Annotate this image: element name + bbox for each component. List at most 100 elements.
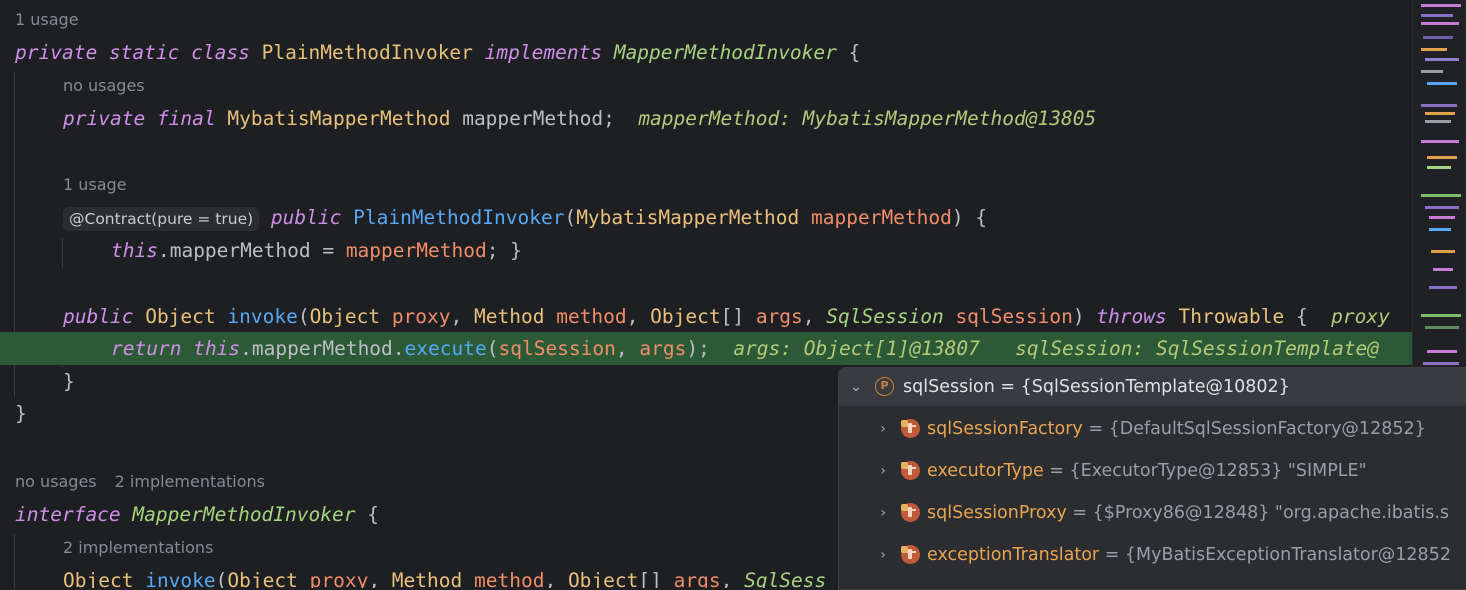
comma: , <box>626 305 651 328</box>
usages-hint[interactable]: no usages 2 implementations <box>15 471 265 493</box>
lock-icon <box>901 504 908 511</box>
code-line-close-method[interactable]: } <box>63 365 75 398</box>
parameter-name: mapperMethod <box>811 206 952 229</box>
paren: ( <box>486 337 499 360</box>
field-value: = {ExecutorType@12853} "SIMPLE" <box>1043 461 1367 481</box>
field-name: sqlSessionFactory <box>927 419 1083 439</box>
argument: args <box>639 337 687 360</box>
field-value: = {DefaultSqlSessionFactory@12852} <box>1082 419 1426 439</box>
interface-name: SqlSession <box>826 305 944 328</box>
type-name: Method <box>474 305 545 328</box>
type-name: Object <box>650 305 721 328</box>
inline-debug-value[interactable]: proxy <box>1331 305 1390 328</box>
keyword: this <box>193 337 241 360</box>
comma: , <box>450 305 474 328</box>
method-call: execute <box>404 337 487 360</box>
comma: , <box>544 569 568 588</box>
array-brackets: [] <box>720 305 756 328</box>
inline-debug-value[interactable]: mapperMethod: MybatisMapperMethod@13805 <box>638 107 1096 130</box>
code-line-interface-method[interactable]: Object invoke(Object proxy, Method metho… <box>63 564 826 588</box>
chevron-right-icon[interactable]: › <box>876 452 890 490</box>
statement-end: ; } <box>486 239 522 262</box>
lock-icon <box>901 546 908 553</box>
brace: { <box>367 503 379 526</box>
keyword: return <box>111 337 182 360</box>
interface-name: SqlSess <box>744 569 827 588</box>
variable-value: = {SqlSessionTemplate@10802} <box>994 377 1290 397</box>
field-value: = {$Proxy86@12848} "org.apache.ibatis.s <box>1066 503 1450 523</box>
code-line-constructor-body[interactable]: this.mapperMethod = mapperMethod; } <box>111 234 522 267</box>
parameter-name: args <box>673 569 721 588</box>
paren: ( <box>564 206 577 229</box>
code-line-class-declaration[interactable]: private static class PlainMethodInvoker … <box>15 36 860 69</box>
comma: , <box>720 569 745 588</box>
argument: sqlSession <box>498 337 616 360</box>
keyword: private <box>15 41 98 64</box>
constructor-name: PlainMethodInvoker <box>353 206 565 229</box>
brace: { <box>1284 305 1308 328</box>
inline-debug-value[interactable]: sqlSession: SqlSessionTemplate@ <box>1015 337 1379 360</box>
contract-annotation-badge[interactable]: @Contract(pure = true) <box>63 206 260 231</box>
debug-tree-node[interactable]: › sqlSessionFactory = {DefaultSqlSession… <box>839 410 1466 448</box>
comma: , <box>368 569 392 588</box>
comma: , <box>802 305 827 328</box>
type-name: MybatisMapperMethod <box>576 206 800 229</box>
paren: ) { <box>951 206 988 229</box>
usages-hint[interactable]: no usages <box>63 75 145 97</box>
interface-name: MapperMethodInvoker <box>132 503 356 526</box>
indent-guide <box>62 238 63 268</box>
debug-tree-node[interactable]: › exceptionTranslator = {MyBatisExceptio… <box>839 536 1466 574</box>
keyword: final <box>156 107 216 130</box>
field-access: .mapperMethod. <box>240 337 405 360</box>
debug-value-popup[interactable]: ⌄ P sqlSession = {SqlSessionTemplate@108… <box>838 367 1466 590</box>
parameter-name: proxy <box>391 305 451 328</box>
debug-tree-root[interactable]: ⌄ P sqlSession = {SqlSessionTemplate@108… <box>839 368 1466 406</box>
implementations-hint[interactable]: 2 implementations <box>115 472 265 491</box>
brace: { <box>848 41 861 64</box>
paren: ( <box>215 569 228 588</box>
chevron-down-icon[interactable]: ⌄ <box>849 368 863 406</box>
lock-icon <box>901 420 908 427</box>
usages-hint-text: no usages <box>15 472 97 491</box>
keyword: this <box>111 239 158 262</box>
code-line-invoke-method[interactable]: public Object invoke(Object proxy, Metho… <box>63 300 1390 333</box>
paren: ) <box>1072 305 1097 328</box>
usages-hint[interactable]: 1 usage <box>15 9 79 31</box>
usages-hint[interactable]: 1 usage <box>63 174 127 196</box>
field-name: executorType <box>927 461 1044 481</box>
type-name: Throwable <box>1178 305 1285 328</box>
chevron-right-icon[interactable]: › <box>876 494 890 532</box>
chevron-right-icon[interactable]: › <box>876 536 890 574</box>
code-line-constructor[interactable]: @Contract(pure = true) public PlainMetho… <box>63 201 987 234</box>
type-name: Object <box>145 305 216 328</box>
parameter-name: args <box>755 305 803 328</box>
code-line-return[interactable]: return this.mapperMethod.execute(sqlSess… <box>111 332 1379 365</box>
lock-icon <box>901 462 908 469</box>
array-brackets: [] <box>638 569 674 588</box>
keyword: public <box>63 305 134 328</box>
keyword: private <box>63 107 146 130</box>
inline-debug-value[interactable]: args: Object[1]@13807 <box>733 337 980 360</box>
keyword: interface <box>15 503 121 526</box>
field-value: = {MyBatisExceptionTranslator@12852 <box>1099 545 1451 565</box>
field-name: sqlSessionProxy <box>927 503 1067 523</box>
implementations-hint[interactable]: 2 implementations <box>63 537 213 559</box>
type-name: Method <box>391 569 463 588</box>
variable-name: sqlSession <box>903 377 995 397</box>
keyword: class <box>191 41 250 64</box>
type-name: Object <box>63 569 134 588</box>
parameter-name: method <box>474 569 545 588</box>
keyword: static <box>108 41 180 64</box>
method-name: invoke <box>227 305 298 328</box>
code-line-interface-declaration[interactable]: interface MapperMethodInvoker { <box>15 498 379 531</box>
debug-tree-node[interactable]: › sqlSessionProxy = {$Proxy86@12848} "or… <box>839 494 1466 532</box>
type-name: Object <box>309 305 381 328</box>
field-name: exceptionTranslator <box>927 545 1100 565</box>
code-line-close-class[interactable]: } <box>15 397 27 430</box>
debug-tree-node[interactable]: › executorType = {ExecutorType@12853} "S… <box>839 452 1466 490</box>
keyword: public <box>270 206 342 229</box>
comma: , <box>615 337 640 360</box>
code-line-field[interactable]: private final MybatisMapperMethod mapper… <box>63 102 1096 135</box>
parameter-name: sqlSession <box>955 305 1073 328</box>
chevron-right-icon[interactable]: › <box>876 410 890 448</box>
